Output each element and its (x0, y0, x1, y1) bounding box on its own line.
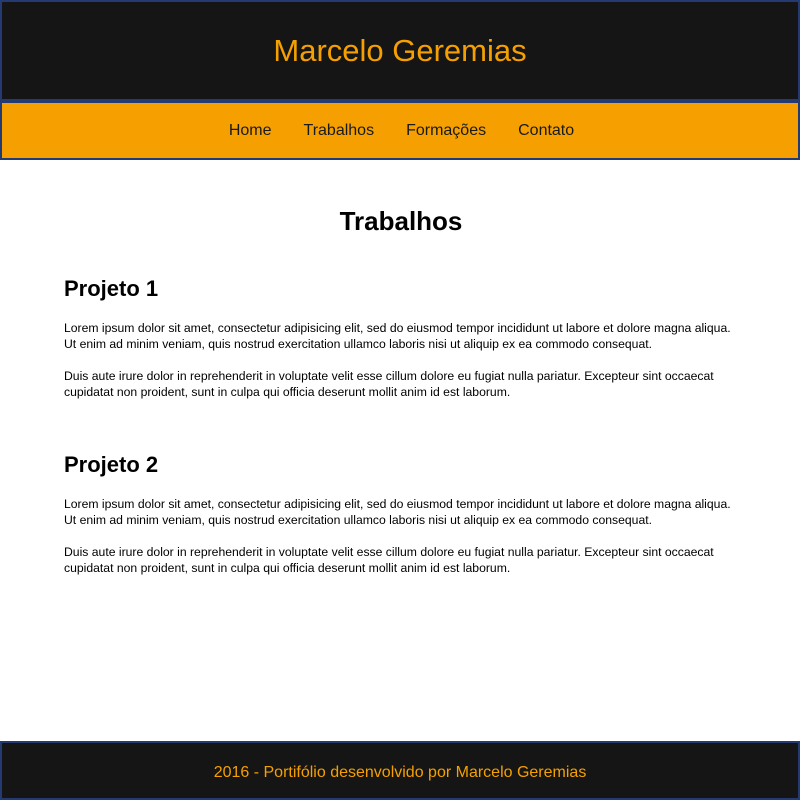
project-title: Projeto 2 (64, 452, 159, 477)
nav-list: Home Trabalhos Formações Contato (226, 122, 574, 140)
nav-item-home: Home (229, 122, 272, 140)
project-paragraph: Lorem ipsum dolor sit amet, consectetur … (64, 321, 731, 351)
page-title: Trabalhos (339, 206, 463, 236)
project-paragraph: Duis aute irure dolor in reprehenderit i… (64, 369, 714, 399)
main-nav: Home Trabalhos Formações Contato (0, 101, 800, 160)
site-title: Marcelo Geremias (273, 32, 527, 68)
project-2: Projeto 2 Lorem ipsum dolor sit amet, co… (64, 451, 738, 576)
nav-item-trabalhos: Trabalhos (304, 122, 375, 140)
project-title: Projeto 1 (64, 276, 159, 301)
nav-link-home[interactable]: Home (229, 122, 272, 139)
nav-link-contato[interactable]: Contato (518, 122, 574, 139)
nav-item-contato: Contato (518, 122, 574, 140)
site-header: Marcelo Geremias (0, 0, 800, 101)
site-footer: 2016 - Portifólio desenvolvido por Marce… (0, 741, 800, 800)
page: Marcelo Geremias Home Trabalhos Formaçõe… (0, 0, 800, 800)
project-1: Projeto 1 Lorem ipsum dolor sit amet, co… (64, 275, 738, 400)
nav-item-formacoes: Formações (406, 122, 486, 140)
nav-link-formacoes[interactable]: Formações (406, 122, 486, 139)
project-paragraph: Lorem ipsum dolor sit amet, consectetur … (64, 497, 731, 527)
nav-link-trabalhos[interactable]: Trabalhos (304, 122, 375, 139)
main-content: Trabalhos Projeto 1 Lorem ipsum dolor si… (0, 160, 800, 576)
footer-text: 2016 - Portifólio desenvolvido por Marce… (213, 763, 587, 781)
project-paragraph: Duis aute irure dolor in reprehenderit i… (64, 545, 714, 575)
